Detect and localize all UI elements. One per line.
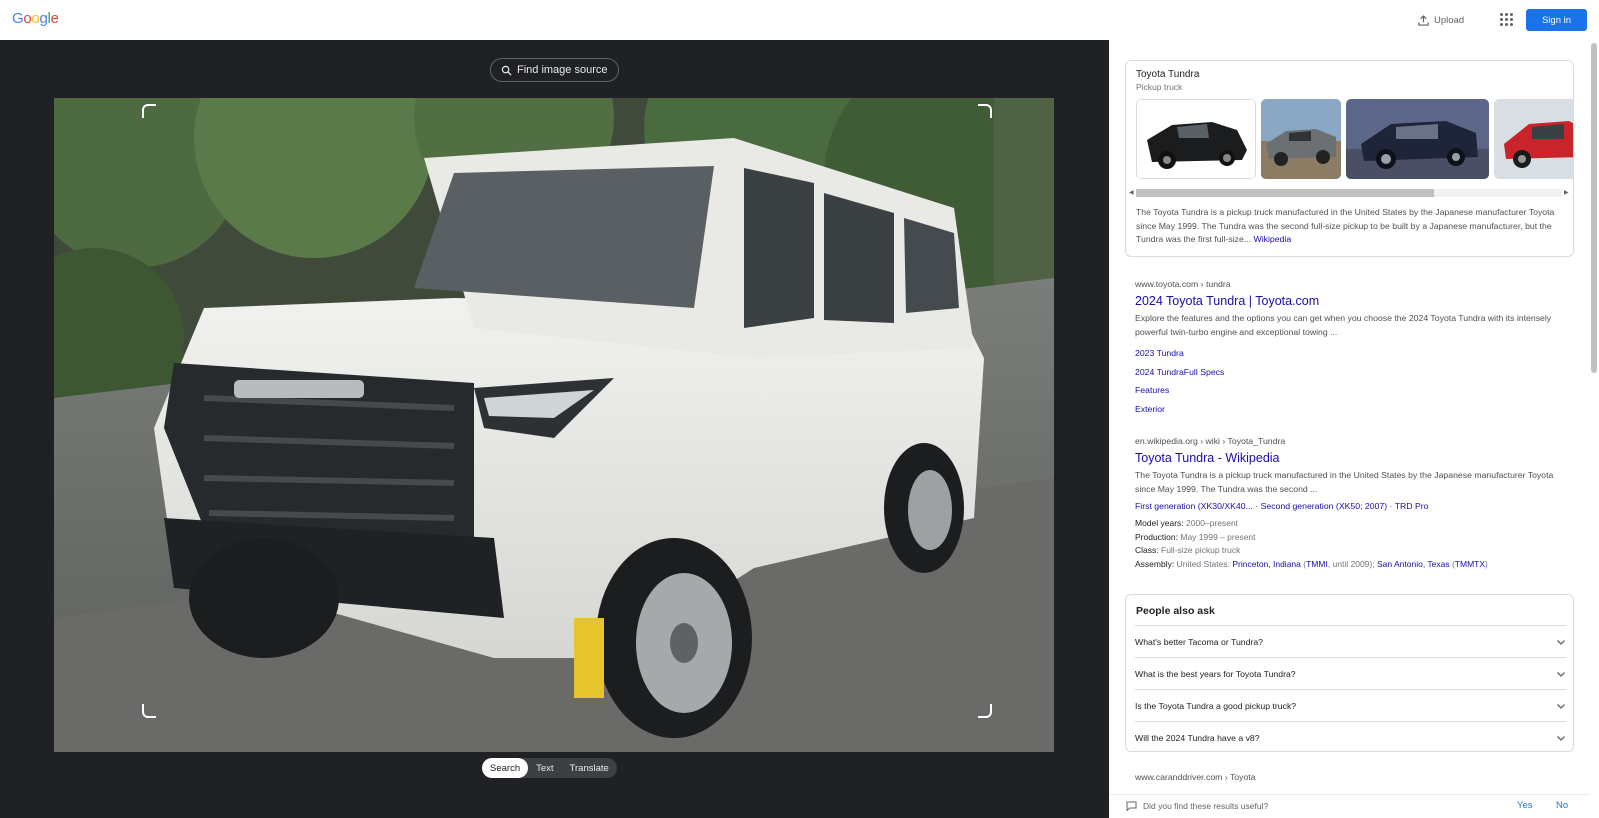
search-result: www.toyota.com › tundra 2024 Toyota Tund… [1135,279,1575,418]
fact-link[interactable]: Princeton, Indiana [1232,559,1301,569]
people-also-ask: People also ask What's better Tacoma or … [1125,594,1574,752]
result-title[interactable]: Toyota Tundra - Wikipedia [1135,451,1575,465]
fact-value: , until 2009); [1327,558,1375,569]
carousel-scroll-thumb[interactable] [1136,189,1434,197]
google-logo[interactable]: Google [12,10,59,27]
tab-search[interactable]: Search [482,758,529,778]
entity-description: The Toyota Tundra is a pickup truck manu… [1136,206,1564,247]
sitelink[interactable]: Features [1135,381,1575,400]
results-scroll-thumb[interactable] [1591,43,1597,373]
upload-label: Upload [1434,14,1465,26]
find-image-source-button[interactable]: Find image source [490,58,619,82]
fact-link[interactable]: TMMTX [1455,559,1485,569]
fact-label: Model years: [1135,518,1184,528]
paa-question[interactable]: What's better Tacoma or Tundra? [1135,625,1566,657]
tab-text[interactable]: Text [528,758,561,778]
result-url: www.caranddriver.com › Toyota [1135,772,1256,782]
crop-handle-top-right[interactable] [978,104,992,118]
tab-translate[interactable]: Translate [562,758,617,778]
lens-search-icon [501,65,512,76]
feedback-question: Did you find these results useful? [1143,801,1269,811]
paa-question[interactable]: Is the Toyota Tundra a good pickup truck… [1135,689,1566,721]
feedback-icon [1126,801,1137,811]
result-url: en.wikipedia.org › wiki › Toyota_Tundra [1135,436,1286,446]
fact-value: 2000–present [1186,518,1239,528]
top-bar: Google Upload Sign in [0,0,1599,40]
entity-thumbnail[interactable] [1346,99,1489,179]
search-result: en.wikipedia.org › wiki › Toyota_Tundra … [1135,436,1575,571]
inline-links: First generation (XK30/XK40... · Second … [1135,501,1429,511]
sitelink[interactable]: Exterior [1135,400,1575,419]
entity-thumbnail[interactable] [1136,99,1256,179]
crop-selection-frame[interactable] [142,104,992,718]
paa-question[interactable]: Will the 2024 Tundra have a v8? [1135,721,1566,753]
lens-mode-tabs: Search Text Translate [482,758,617,778]
entity-thumbnail[interactable] [1494,99,1573,179]
sitelink[interactable]: 2023 Tundra [1135,344,1575,363]
paa-question-text: What's better Tacoma or Tundra? [1135,636,1264,647]
entity-subtitle: Pickup truck [1136,82,1183,92]
fact-label: Assembly: [1135,558,1175,569]
wikipedia-link[interactable]: Wikipedia [1254,234,1292,244]
paa-title: People also ask [1136,605,1215,617]
find-image-source-label: Find image source [517,64,608,76]
fact-label: Production: [1135,531,1178,542]
result-title[interactable]: 2024 Toyota Tundra | Toyota.com [1135,294,1575,308]
apps-grid-icon[interactable] [1500,13,1514,27]
fact-value: United States: [1176,558,1230,569]
sign-in-button[interactable]: Sign in [1526,9,1587,31]
scroll-right-icon[interactable]: ▶ [1564,189,1569,197]
chevron-down-icon [1557,639,1565,645]
result-facts: Model years: 2000–present Production: Ma… [1135,518,1488,569]
entity-title[interactable]: Toyota Tundra [1136,69,1199,80]
entity-description-text: The Toyota Tundra is a pickup truck manu… [1136,207,1555,244]
paa-question-text: Will the 2024 Tundra have a v8? [1135,732,1260,743]
result-url: www.toyota.com › tundra [1135,279,1231,289]
crop-handle-top-left[interactable] [142,104,156,118]
fact-link[interactable]: TMMI [1306,559,1328,569]
paa-question[interactable]: What is the best years for Toyota Tundra… [1135,657,1566,689]
image-viewer: Find image source Search Text Translate [0,40,1109,818]
result-snippet: The Toyota Tundra is a pickup truck manu… [1135,470,1554,494]
inline-link[interactable]: Second generation (XK50; 2007) [1261,501,1388,511]
fact-value: Full-size pickup truck [1161,545,1241,555]
sitelink[interactable]: 2024 TundraFull Specs [1135,363,1575,382]
chevron-down-icon [1557,735,1565,741]
crop-handle-bottom-left[interactable] [142,704,156,718]
crop-handle-bottom-right[interactable] [978,704,992,718]
inline-link[interactable]: First generation (XK30/XK40... [1135,501,1253,511]
result-snippet: Explore the features and the options you… [1135,313,1552,337]
carousel-scrollbar[interactable]: ◀ ▶ [1128,188,1572,198]
upload-button[interactable]: Upload [1418,12,1464,28]
inline-link[interactable]: TRD Pro [1395,501,1429,511]
entity-thumbnail[interactable] [1261,99,1341,179]
feedback-bar: Did you find these results useful? Yes N… [1109,794,1590,818]
chevron-down-icon [1557,671,1565,677]
scroll-left-icon[interactable]: ◀ [1129,189,1134,197]
feedback-yes-button[interactable]: Yes [1517,800,1533,811]
fact-link[interactable]: San Antonio, Texas [1377,559,1450,569]
fact-label: Class: [1135,545,1159,555]
chevron-down-icon [1557,703,1565,709]
search-result: www.caranddriver.com › Toyota [1135,772,1575,782]
paa-question-text: What is the best years for Toyota Tundra… [1135,668,1296,679]
fact-value: May 1999 – present [1180,531,1256,542]
entity-image-carousel [1136,99,1573,179]
knowledge-panel: Toyota Tundra Pickup truck ◀ ▶ The Toyot… [1125,60,1574,257]
feedback-no-button[interactable]: No [1556,800,1568,811]
upload-icon [1418,14,1429,26]
paa-question-text: Is the Toyota Tundra a good pickup truck… [1135,700,1297,711]
